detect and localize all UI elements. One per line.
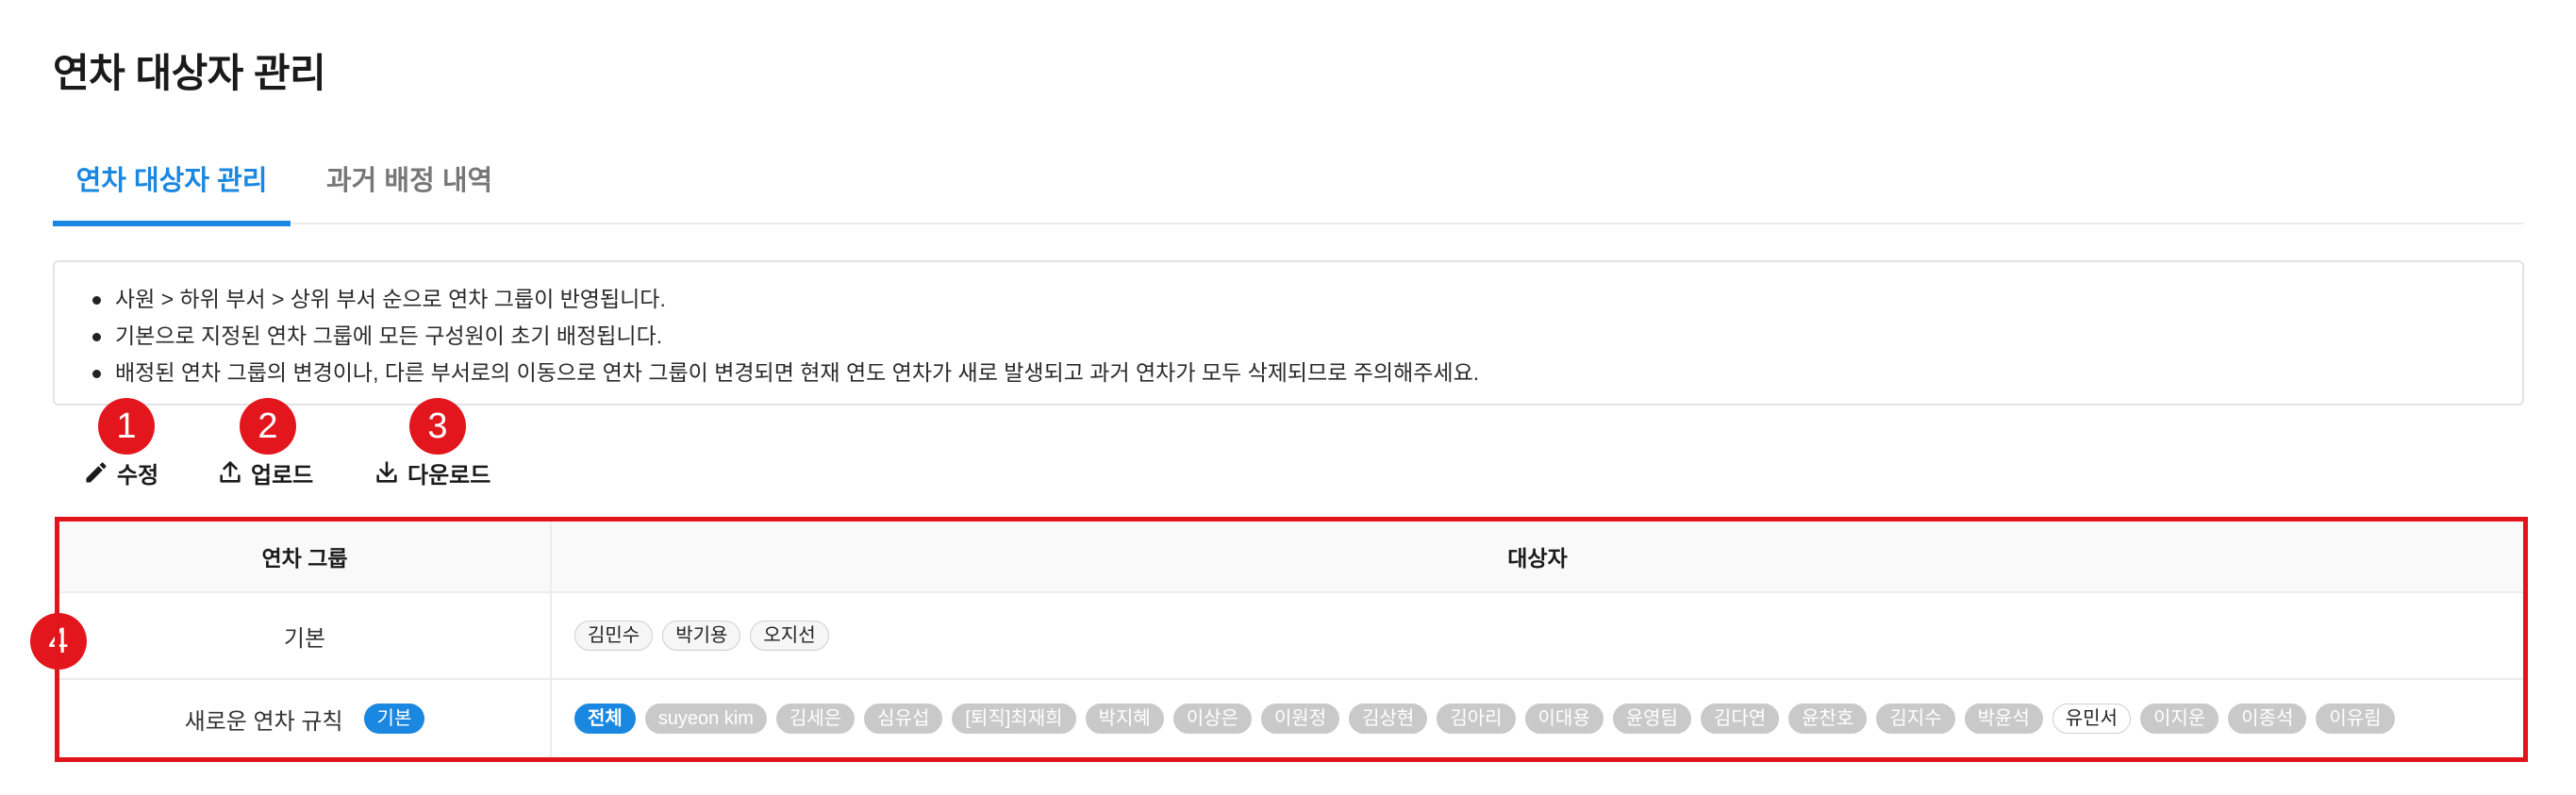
notice-item: 사원 > 하위 부서 > 상위 부서 순으로 연차 그룹이 반영됩니다. — [92, 281, 2522, 318]
page-title: 연차 대상자 관리 — [53, 51, 326, 95]
group-name: 새로운 연차 규칙 기본 — [59, 680, 552, 757]
upload-button[interactable]: 업로드 — [217, 456, 313, 489]
edit-button-label: 수정 — [117, 462, 159, 489]
notice-item: 기본으로 지정된 연차 그룹에 모든 구성원이 초기 배정됩니다. — [92, 318, 2522, 355]
download-button[interactable]: 다운로드 — [374, 456, 490, 489]
table-row[interactable]: 기본 김민수 박기용 오지선 — [59, 593, 2523, 680]
table-header-row: 연차 그룹 대상자 — [59, 522, 2523, 593]
edit-button[interactable]: 수정 — [83, 456, 158, 489]
member-chip[interactable]: 심유섭 — [864, 704, 943, 734]
member-chip[interactable]: 박기용 — [662, 621, 741, 651]
column-header-targets: 대상자 — [1507, 546, 1568, 571]
upload-icon — [220, 461, 241, 483]
notice-box: 사원 > 하위 부서 > 상위 부서 순으로 연차 그룹이 반영됩니다. 기본으… — [53, 260, 2524, 406]
tab-annual-leave-target[interactable]: 연차 대상자 관리 — [53, 151, 291, 226]
member-chip[interactable]: 김다연 — [1700, 704, 1780, 734]
tab-past-assignment-history[interactable]: 과거 배정 내역 — [326, 151, 492, 224]
notice-item: 배정된 연차 그룹의 변경이나, 다른 부서로의 이동으로 연차 그룹이 변경되… — [92, 355, 2522, 391]
member-chip[interactable]: 이유림 — [2316, 704, 2395, 734]
download-icon — [376, 461, 397, 483]
member-chip[interactable]: 이원정 — [1260, 704, 1340, 734]
member-chip[interactable]: 이상은 — [1172, 704, 1252, 734]
member-chip[interactable]: 김민수 — [574, 621, 654, 651]
member-chip[interactable]: 박윤석 — [1964, 704, 2043, 734]
column-header-leave-group: 연차 그룹 — [59, 522, 552, 591]
tab-bar: 연차 대상자 관리 과거 배정 내역 — [53, 151, 2524, 226]
member-chip[interactable]: 김세은 — [775, 704, 856, 734]
member-chip[interactable]: 이대용 — [1524, 704, 1604, 734]
member-list: 김민수 박기용 오지선 — [552, 593, 2523, 678]
member-chip[interactable]: 박지혜 — [1085, 704, 1164, 734]
member-list: 전체 suyeon kim 김세은 심유섭 [퇴직]최재희 박지혜 이상은 이원정 김상현 김아리… — [552, 680, 2523, 757]
member-chip[interactable]: 이종석 — [2228, 704, 2307, 734]
member-chip[interactable]: 오지선 — [750, 621, 829, 651]
member-chip[interactable]: 유민서 — [2052, 704, 2131, 734]
annotation-marker-1: 1 — [98, 398, 155, 455]
annotation-marker-3: 3 — [409, 398, 466, 455]
annotation-marker-2: 2 — [240, 398, 296, 455]
pencil-icon — [86, 462, 107, 483]
member-chip[interactable]: suyeon kim — [644, 704, 767, 734]
member-chip[interactable]: 김아리 — [1437, 704, 1516, 734]
default-badge: 기본 — [363, 704, 425, 734]
group-name-label: 기본 — [283, 625, 326, 652]
table-row[interactable]: 새로운 연차 규칙 기본 전체 suyeon kim 김세은 심유섭 [퇴직]최재희 박지… — [59, 680, 2523, 757]
download-button-label: 다운로드 — [407, 462, 491, 489]
member-chip[interactable]: 윤찬호 — [1788, 704, 1868, 734]
member-chip-all[interactable]: 전체 — [574, 704, 636, 734]
upload-button-label: 업로드 — [251, 462, 314, 489]
member-chip[interactable]: 윤영팀 — [1612, 704, 1691, 734]
group-name-label: 새로운 연차 규칙 — [184, 708, 343, 735]
member-chip[interactable]: 이지운 — [2139, 704, 2219, 734]
leave-group-table: 연차 그룹 대상자 기본 김민수 박기용 오지선 새로운 연차 규칙 기본 전체 su… — [55, 517, 2528, 762]
member-chip[interactable]: 김지수 — [1876, 704, 1955, 734]
member-chip[interactable]: [퇴직]최재희 — [952, 704, 1076, 734]
member-chip[interactable]: 김상현 — [1349, 704, 1428, 734]
group-name: 기본 — [59, 593, 552, 678]
